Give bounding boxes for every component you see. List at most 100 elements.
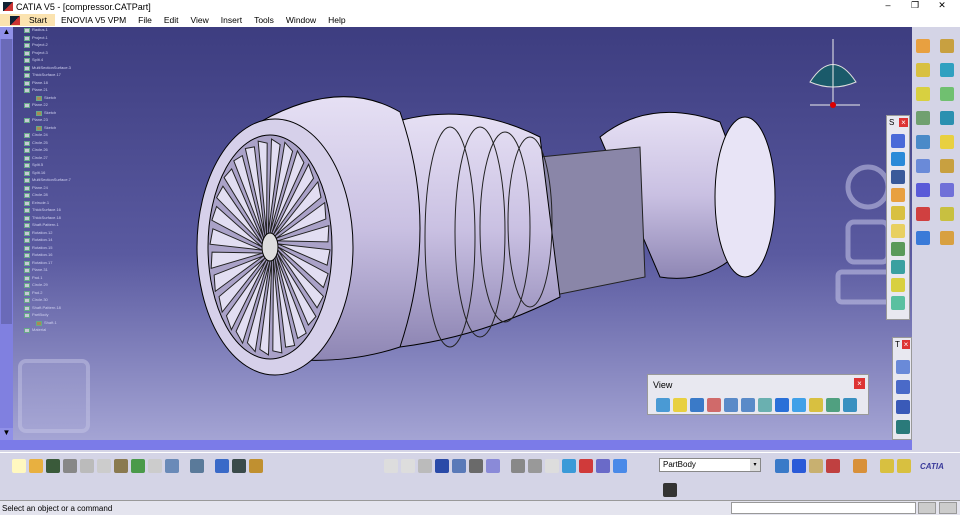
plane-icon[interactable] xyxy=(916,63,930,77)
multi-view-icon[interactable] xyxy=(775,398,789,412)
curvature-analysis-icon[interactable] xyxy=(792,459,806,473)
close-surface-icon[interactable] xyxy=(916,207,930,221)
zoom-out-icon[interactable] xyxy=(741,398,755,412)
measure-item-icon[interactable] xyxy=(232,459,246,473)
cylinder-icon[interactable] xyxy=(562,459,576,473)
loft-icon[interactable] xyxy=(891,278,905,292)
iso-view-icon[interactable] xyxy=(792,398,806,412)
sew-surface-icon[interactable] xyxy=(940,207,954,221)
menu-enovia[interactable]: ENOVIA V5 VPM xyxy=(61,15,126,25)
menu-edit[interactable]: Edit xyxy=(164,15,179,25)
swap-space-icon[interactable] xyxy=(843,398,857,412)
capture-icon[interactable] xyxy=(663,483,677,497)
table-icon[interactable] xyxy=(435,459,449,473)
rotate-view-icon[interactable] xyxy=(511,459,525,473)
draft-analysis-icon[interactable] xyxy=(775,459,789,473)
chamfer-icon[interactable] xyxy=(916,111,930,125)
split-icon[interactable] xyxy=(916,183,930,197)
remove-loft-icon[interactable] xyxy=(891,296,905,310)
menu-tools[interactable]: Tools xyxy=(254,15,274,25)
apply-dress-up-icon[interactable] xyxy=(809,459,823,473)
comment-icon[interactable] xyxy=(401,459,415,473)
view-toolbar-close-button[interactable]: × xyxy=(854,378,865,389)
menu-help[interactable]: Help xyxy=(328,15,345,25)
formula-icon[interactable] xyxy=(384,459,398,473)
open-icon[interactable] xyxy=(29,459,43,473)
point-icon[interactable] xyxy=(940,63,954,77)
catalog-icon[interactable] xyxy=(469,459,483,473)
pad-icon[interactable] xyxy=(891,134,905,148)
chevron-down-icon[interactable]: ▾ xyxy=(750,459,760,471)
horizontal-scrollbar[interactable] xyxy=(0,440,912,450)
scale-icon[interactable] xyxy=(545,459,559,473)
shell-icon[interactable] xyxy=(916,135,930,149)
plane-icon[interactable] xyxy=(897,459,911,473)
material-icon[interactable] xyxy=(853,459,867,473)
zoom-in-icon[interactable] xyxy=(724,398,738,412)
fly-mode-icon[interactable] xyxy=(656,398,670,412)
print-icon[interactable] xyxy=(63,459,77,473)
pattern-icon[interactable] xyxy=(896,400,910,414)
hide-show-icon[interactable] xyxy=(826,398,840,412)
rib-icon[interactable] xyxy=(891,224,905,238)
compass-icon[interactable] xyxy=(809,39,860,108)
line-icon[interactable] xyxy=(916,87,930,101)
command-button-2[interactable] xyxy=(939,502,957,514)
cut-icon[interactable] xyxy=(80,459,94,473)
thickness-icon[interactable] xyxy=(940,135,954,149)
minimize-button[interactable]: – xyxy=(876,0,900,10)
transform-icon[interactable] xyxy=(896,420,910,434)
restore-button[interactable]: ❐ xyxy=(903,0,927,11)
menu-window[interactable]: Window xyxy=(286,15,316,25)
measure-between-icon[interactable] xyxy=(215,459,229,473)
translate-icon[interactable] xyxy=(940,231,954,245)
save-icon[interactable] xyxy=(46,459,60,473)
undo-icon[interactable] xyxy=(131,459,145,473)
slot-icon[interactable] xyxy=(891,242,905,256)
t-toolbar-close-button[interactable]: × xyxy=(902,340,910,349)
clock-icon[interactable] xyxy=(528,459,542,473)
part-body-select[interactable]: PartBody ▾ xyxy=(659,458,761,472)
rotate-icon[interactable] xyxy=(707,398,721,412)
pan-icon[interactable] xyxy=(690,398,704,412)
select-icon[interactable] xyxy=(916,39,930,53)
menu-file[interactable]: File xyxy=(138,15,152,25)
command-button-1[interactable] xyxy=(918,502,936,514)
shaft-icon[interactable] xyxy=(891,170,905,184)
command-input[interactable] xyxy=(731,502,916,514)
fit-all-icon[interactable] xyxy=(673,398,687,412)
texture-icon[interactable] xyxy=(826,459,840,473)
edge-fillet-icon[interactable] xyxy=(940,87,954,101)
groove-icon[interactable] xyxy=(891,188,905,202)
sensor-icon[interactable] xyxy=(486,459,500,473)
knowledge-icon[interactable] xyxy=(452,459,466,473)
menu-insert[interactable]: Insert xyxy=(221,15,242,25)
sketch-icon[interactable] xyxy=(940,39,954,53)
stiffener-icon[interactable] xyxy=(891,260,905,274)
layer-icon[interactable] xyxy=(596,459,610,473)
new-icon[interactable] xyxy=(12,459,26,473)
menu-start[interactable]: Start xyxy=(0,14,55,26)
pocket-icon[interactable] xyxy=(891,152,905,166)
axis-system-icon[interactable] xyxy=(579,459,593,473)
measure-inertia-icon[interactable] xyxy=(249,459,263,473)
copy-icon[interactable] xyxy=(97,459,111,473)
draft-icon[interactable] xyxy=(940,111,954,125)
3d-viewport[interactable]: ▲ ▼ Radius.1 Project.1 Project.2 Project.3 S… xyxy=(0,27,912,440)
redo-icon[interactable] xyxy=(148,459,162,473)
hole-icon[interactable] xyxy=(891,206,905,220)
grid-icon[interactable] xyxy=(418,459,432,473)
thick-surface-icon[interactable] xyxy=(940,183,954,197)
shading-icon[interactable] xyxy=(809,398,823,412)
whats-this-icon[interactable] xyxy=(165,459,179,473)
mirror-icon[interactable] xyxy=(916,231,930,245)
normal-view-icon[interactable] xyxy=(758,398,772,412)
s-toolbar-close-button[interactable]: × xyxy=(899,118,908,127)
thread-icon[interactable] xyxy=(916,159,930,173)
paste-icon[interactable] xyxy=(114,459,128,473)
axis-icon[interactable] xyxy=(896,360,910,374)
boolean-icon[interactable] xyxy=(940,159,954,173)
copy-icon[interactable] xyxy=(896,380,910,394)
menu-view[interactable]: View xyxy=(191,15,209,25)
close-button[interactable]: ✕ xyxy=(930,0,954,11)
